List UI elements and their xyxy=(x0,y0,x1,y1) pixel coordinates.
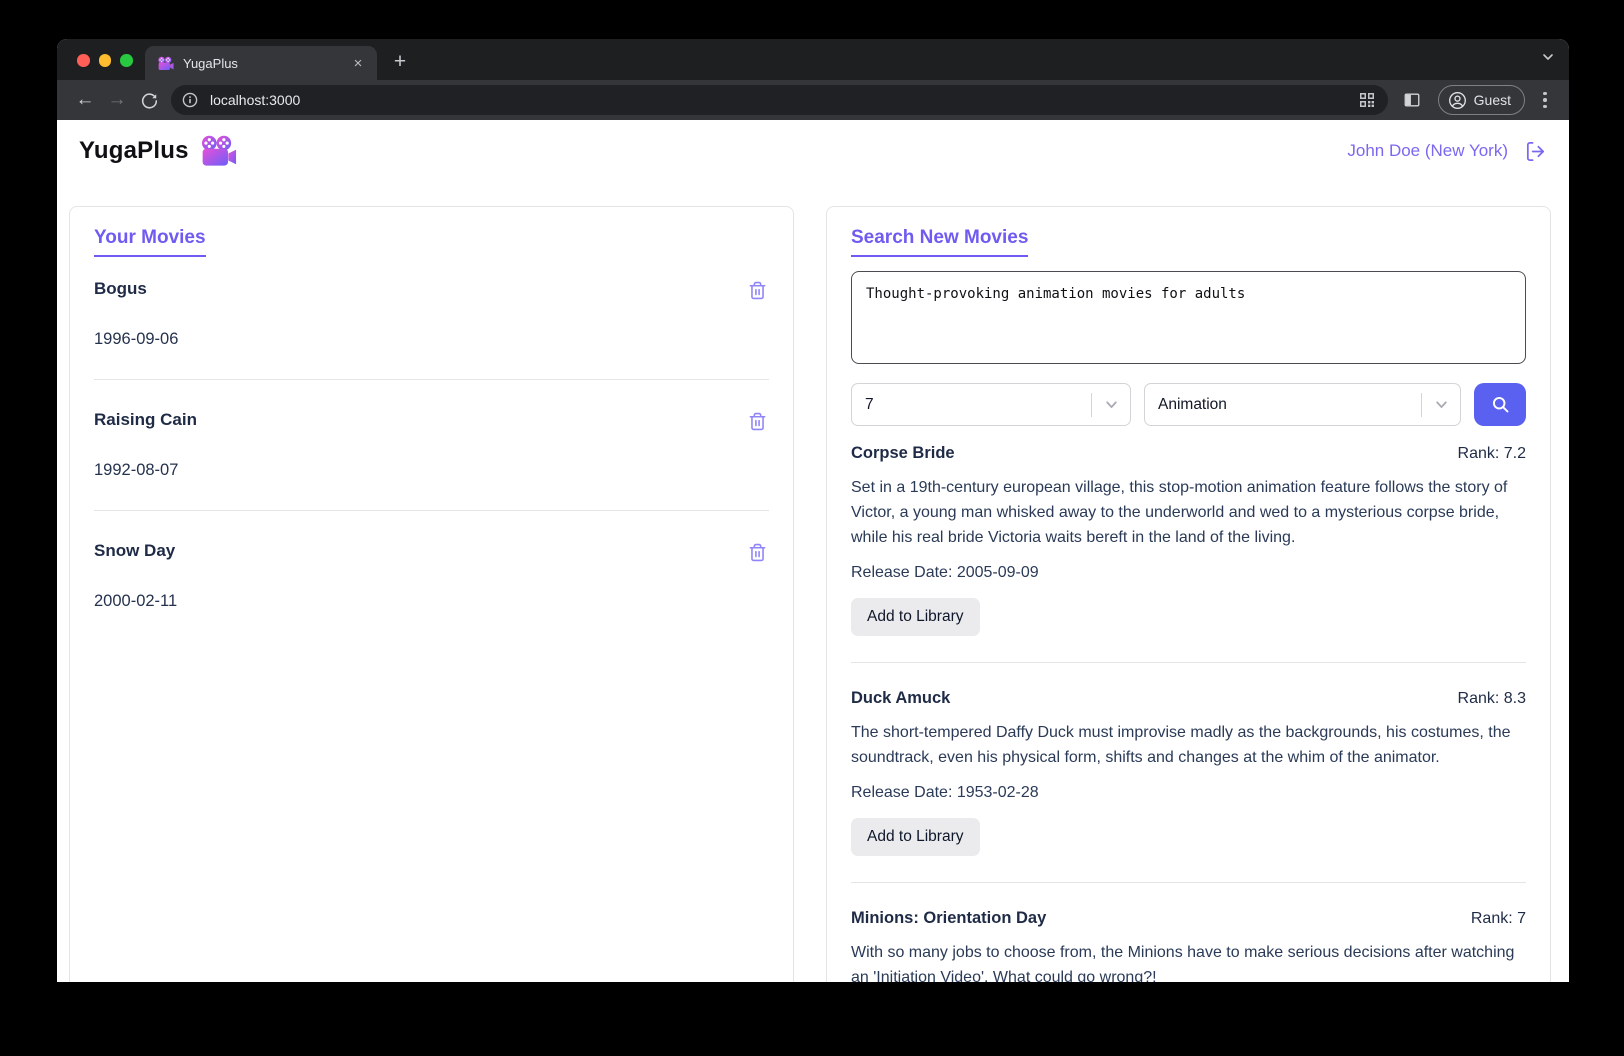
divider xyxy=(94,379,769,380)
library-movie-row: Raising Cain xyxy=(94,410,769,433)
close-tab-icon[interactable]: × xyxy=(349,54,367,72)
search-result-header: Duck Amuck Rank: 8.3 xyxy=(851,689,1526,708)
movie-camera-icon xyxy=(199,135,237,167)
add-to-library-button[interactable]: Add to Library xyxy=(851,818,980,856)
movie-release-date: 1992-08-07 xyxy=(94,461,769,480)
minimize-window-button[interactable] xyxy=(99,54,112,67)
result-title: Corpse Bride xyxy=(851,444,955,463)
back-icon[interactable]: ← xyxy=(69,84,101,116)
person-icon xyxy=(1448,91,1467,110)
movie-release-date: 1996-09-06 xyxy=(94,330,769,349)
qr-code-icon[interactable] xyxy=(1354,87,1380,113)
browser-menu-icon[interactable] xyxy=(1533,84,1557,116)
category-select-value: Animation xyxy=(1158,396,1227,414)
result-title: Minions: Orientation Day xyxy=(851,909,1046,928)
app-header: YugaPlus John Doe (New York) xyxy=(57,120,1569,182)
divider xyxy=(94,510,769,511)
result-description: Set in a 19th-century european village, … xyxy=(851,475,1526,550)
address-bar[interactable]: localhost:3000 xyxy=(171,85,1388,115)
category-select[interactable]: Animation xyxy=(1144,383,1461,426)
library-movie-row: Bogus xyxy=(94,279,769,302)
search-icon xyxy=(1490,394,1511,415)
reload-icon[interactable] xyxy=(133,84,165,116)
chevron-down-icon xyxy=(1422,397,1460,412)
page-content: Your Movies Bogus 1996-09-06 Raising Cai… xyxy=(57,182,1569,982)
tab-title: YugaPlus xyxy=(183,56,349,71)
movie-title: Raising Cain xyxy=(94,410,197,430)
search-movies-panel: Search New Movies Thought-provoking anim… xyxy=(826,206,1551,982)
close-window-button[interactable] xyxy=(77,54,90,67)
result-rank: Rank: 8.3 xyxy=(1458,690,1526,708)
maximize-window-button[interactable] xyxy=(120,54,133,67)
tab-yugaplus[interactable]: YugaPlus × xyxy=(145,46,377,80)
tab-favicon-movie-camera-icon xyxy=(157,56,174,71)
search-result-header: Corpse Bride Rank: 7.2 xyxy=(851,444,1526,463)
brand-title: YugaPlus xyxy=(79,137,189,165)
user-profile-link[interactable]: John Doe (New York) xyxy=(1347,141,1508,161)
new-tab-button[interactable]: + xyxy=(385,47,415,77)
divider xyxy=(851,882,1526,883)
search-controls: 7 Animation xyxy=(851,383,1526,426)
search-movies-title: Search New Movies xyxy=(851,227,1028,257)
result-rank: Rank: 7.2 xyxy=(1458,445,1526,463)
rank-select-value: 7 xyxy=(865,396,874,414)
guest-label: Guest xyxy=(1474,92,1511,108)
movie-title: Bogus xyxy=(94,279,147,299)
browser-toolbar: ← → localhost:3000 Guest xyxy=(57,80,1569,120)
library-movie-row: Snow Day xyxy=(94,541,769,564)
result-title: Duck Amuck xyxy=(851,689,950,708)
rank-select[interactable]: 7 xyxy=(851,383,1131,426)
result-description: With so many jobs to choose from, the Mi… xyxy=(851,940,1526,982)
result-rank: Rank: 7 xyxy=(1471,910,1526,928)
your-movies-title: Your Movies xyxy=(94,227,206,257)
window-controls xyxy=(77,54,133,67)
result-description: The short-tempered Daffy Duck must impro… xyxy=(851,720,1526,770)
tab-search-chevron-icon[interactable] xyxy=(1541,50,1555,64)
browser-window: YugaPlus × + ← → localhost:3000 xyxy=(57,39,1569,982)
divider xyxy=(851,662,1526,663)
site-info-icon[interactable] xyxy=(177,87,203,113)
search-query-input[interactable]: Thought-provoking animation movies for a… xyxy=(851,271,1526,364)
forward-icon[interactable]: → xyxy=(101,84,133,116)
add-to-library-button[interactable]: Add to Library xyxy=(851,598,980,636)
movie-release-date: 2000-02-11 xyxy=(94,592,769,611)
delete-movie-trash-icon[interactable] xyxy=(746,541,769,564)
result-release-date: Release Date: 1953-02-28 xyxy=(851,784,1526,802)
search-button[interactable] xyxy=(1474,383,1526,426)
delete-movie-trash-icon[interactable] xyxy=(746,279,769,302)
your-movies-panel: Your Movies Bogus 1996-09-06 Raising Cai… xyxy=(69,206,794,982)
movie-title: Snow Day xyxy=(94,541,175,561)
search-result-header: Minions: Orientation Day Rank: 7 xyxy=(851,909,1526,928)
side-panel-icon[interactable] xyxy=(1396,84,1428,116)
logout-icon[interactable] xyxy=(1524,140,1547,163)
guest-profile-button[interactable]: Guest xyxy=(1438,85,1525,115)
tab-strip: YugaPlus × + xyxy=(57,39,1569,80)
url-text[interactable]: localhost:3000 xyxy=(210,92,1354,108)
result-release-date: Release Date: 2005-09-09 xyxy=(851,564,1526,582)
delete-movie-trash-icon[interactable] xyxy=(746,410,769,433)
chevron-down-icon xyxy=(1092,397,1130,412)
